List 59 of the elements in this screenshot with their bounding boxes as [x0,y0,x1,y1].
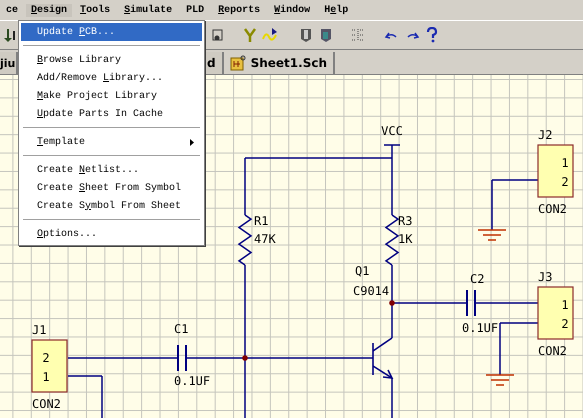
component-label: CON2 [538,344,567,358]
ground-symbol [486,374,514,386]
component-label: J2 [538,128,552,142]
component-label: C9014 [353,284,390,298]
pin-number: 2 [42,351,50,365]
pin-number: 1 [42,370,50,384]
document-tab[interactable]: jiu [0,52,18,74]
menu-item[interactable]: Template [21,133,202,151]
menu-title[interactable]: Help [318,2,354,18]
component-label: J1 [32,323,46,337]
menu-title[interactable]: Tools [74,2,116,18]
component-label: Q1 [355,264,370,278]
component-label: R1 [254,214,268,228]
connector-body [537,144,574,198]
menu-title[interactable]: PLD [180,2,210,18]
menu-item[interactable]: Make Project Library [21,87,202,105]
power-port-drawing [384,144,400,158]
menu-item[interactable]: Browse Library [21,51,202,69]
schematic-file-icon [230,55,246,71]
pin-number: 2 [561,175,569,189]
component-label: 1K [398,232,412,246]
menu-title[interactable]: ce [0,2,24,18]
menu-item[interactable]: Options... [21,225,202,243]
junction-dot [242,355,248,361]
connector-body [31,339,68,393]
submenu-arrow-icon [190,138,194,146]
pin-number: 2 [561,317,569,331]
component-label: J3 [538,270,552,284]
component-label: CON2 [538,202,567,216]
connector-body [537,286,574,340]
pin-number: 1 [561,298,569,312]
pin-number: 1 [561,156,569,170]
menu-item[interactable]: Create Netlist... [21,161,202,179]
component-label: 47K [254,232,276,246]
capacitor-drawing [466,290,476,316]
menu-title[interactable]: Reports [212,2,266,18]
wire [391,378,393,418]
menu-title[interactable]: Simulate [118,2,178,18]
component-label: R3 [398,214,412,228]
menu-title[interactable]: Window [268,2,316,18]
component-label: 0.1UF [174,374,210,388]
menu-item[interactable]: Add/Remove Library... [21,69,202,87]
component-label: CON2 [32,397,61,411]
menu-item[interactable]: Create Sheet From Symbol [21,179,202,197]
menu-item[interactable]: Update Parts In Cache [21,105,202,123]
wire [475,302,538,304]
junction-dot [389,300,395,306]
transistor-drawing [372,337,394,379]
component-label: C2 [470,272,484,286]
menu-title[interactable]: Design [26,4,72,16]
menu-item[interactable]: Create Symbol From Sheet [21,197,202,215]
menu-item[interactable]: Update PCB... [21,23,202,41]
resistor-drawing [238,214,252,266]
component-label: 0.1UF [462,321,498,335]
ground-symbol [478,229,506,241]
capacitor-drawing [177,345,187,371]
component-label: C1 [174,322,188,336]
resistor-drawing [384,214,400,266]
component-label: VCC [381,124,403,138]
